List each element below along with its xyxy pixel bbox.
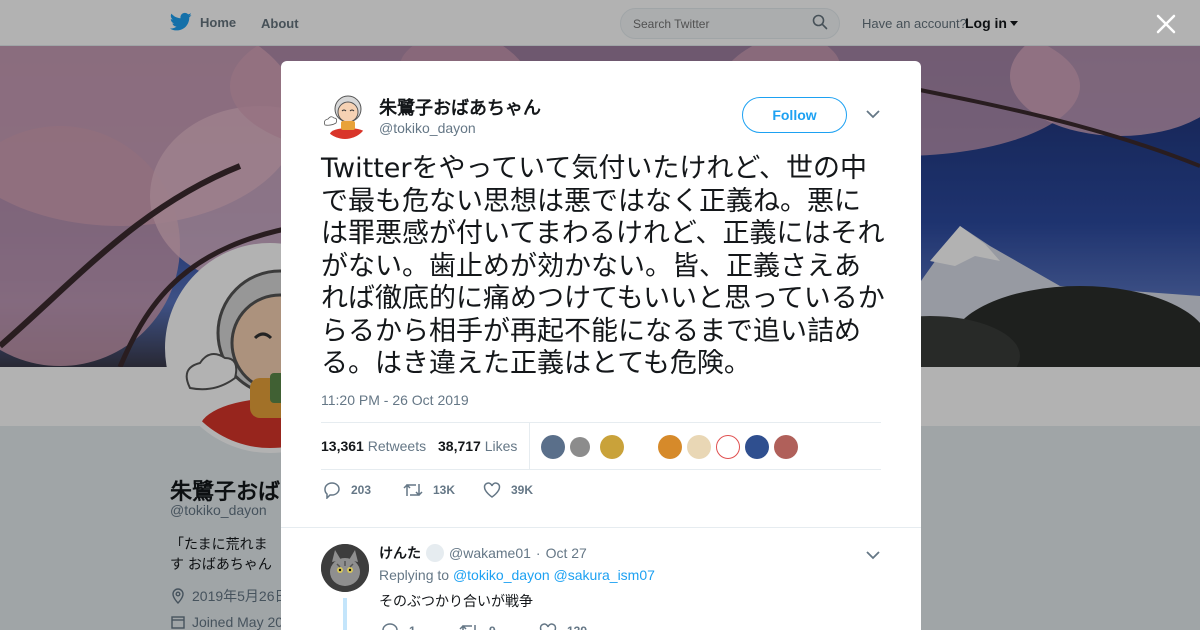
badge-icon [426, 544, 444, 562]
likes-label: Likes [484, 438, 518, 454]
liker-avatar[interactable] [687, 435, 711, 459]
follow-button[interactable]: Follow [742, 97, 847, 133]
reply-author-name[interactable]: けんた [379, 543, 421, 563]
reply-icon [382, 623, 398, 630]
reply-count: 203 [351, 483, 372, 497]
mention-link[interactable]: @tokiko_dayon [453, 567, 550, 583]
retweet-action[interactable]: 13K [403, 481, 455, 499]
tweet-stats: 13,361 Retweets 38,717 Likes [321, 422, 881, 470]
liker-avatar[interactable] [774, 435, 798, 459]
retweet-action[interactable]: 9 [459, 622, 496, 630]
chevron-down-icon[interactable] [866, 550, 880, 560]
grandma-avatar-image [321, 91, 369, 139]
liker-avatar[interactable] [658, 435, 682, 459]
tweet-actions: 203 13K 39K [321, 481, 881, 501]
reply-author-handle[interactable]: @wakame01 [449, 545, 531, 561]
mention-link[interactable]: @sakura_ism07 [554, 567, 655, 583]
replying-to-label: Replying to [379, 567, 450, 583]
retweet-count: 13K [433, 483, 456, 497]
retweets-label: Retweets [367, 438, 427, 454]
likes-count: 38,717 [438, 438, 481, 454]
stats-divider [529, 423, 530, 470]
like-count: 39K [511, 483, 534, 497]
reply-action[interactable]: 203 [323, 481, 371, 499]
reply-header: けんた @wakame01 · Oct 27 [379, 543, 587, 563]
reply-actions: 1 9 139 [379, 622, 679, 630]
reply-action[interactable]: 1 [381, 622, 416, 630]
close-icon[interactable] [1154, 12, 1178, 36]
separator-dot: · [535, 545, 541, 561]
thread-line [343, 598, 347, 630]
tweet-text: Twitterをやっていて気付いたけれど、世の中で最も危ない思想は悪ではなく正義… [321, 153, 885, 379]
likes-stat[interactable]: 38,717 Likes [438, 438, 517, 454]
author-name[interactable]: 朱鷺子おばあちゃん [379, 94, 541, 120]
liker-avatar[interactable] [600, 435, 624, 459]
tweet-modal: 朱鷺子おばあちゃん @tokiko_dayon Follow Twitterをや… [281, 61, 921, 630]
retweets-count: 13,361 [321, 438, 364, 454]
reply-date[interactable]: Oct 27 [546, 545, 587, 561]
reply-tweet[interactable]: けんた @wakame01 · Oct 27 Replying to @toki… [281, 527, 921, 630]
reply-count: 1 [409, 624, 416, 630]
liker-avatar[interactable] [541, 435, 565, 459]
retweet-count: 9 [489, 624, 496, 630]
reply-text: そのぶつかり合いが戦争 [379, 593, 533, 609]
retweet-icon [459, 624, 476, 630]
heart-icon [539, 623, 557, 630]
heart-icon [483, 482, 501, 498]
liker-avatar[interactable] [716, 435, 740, 459]
tweet-timestamp[interactable]: 11:20 PM - 26 Oct 2019 [321, 392, 469, 408]
liker-avatar[interactable] [570, 437, 590, 457]
retweets-stat[interactable]: 13,361 Retweets [321, 438, 426, 454]
like-action[interactable]: 39K [483, 481, 533, 499]
like-action[interactable]: 139 [539, 622, 587, 630]
replying-to: Replying to @tokiko_dayon @sakura_ism07 [379, 567, 655, 583]
author-handle[interactable]: @tokiko_dayon [379, 120, 476, 136]
liker-avatar[interactable] [745, 435, 769, 459]
chevron-down-icon[interactable] [866, 109, 880, 119]
reply-avatar[interactable] [321, 544, 369, 592]
like-count: 139 [567, 624, 587, 630]
author-avatar[interactable] [321, 91, 369, 139]
cat-avatar-image [321, 544, 369, 592]
reply-icon [324, 482, 340, 499]
retweet-icon [403, 483, 423, 497]
